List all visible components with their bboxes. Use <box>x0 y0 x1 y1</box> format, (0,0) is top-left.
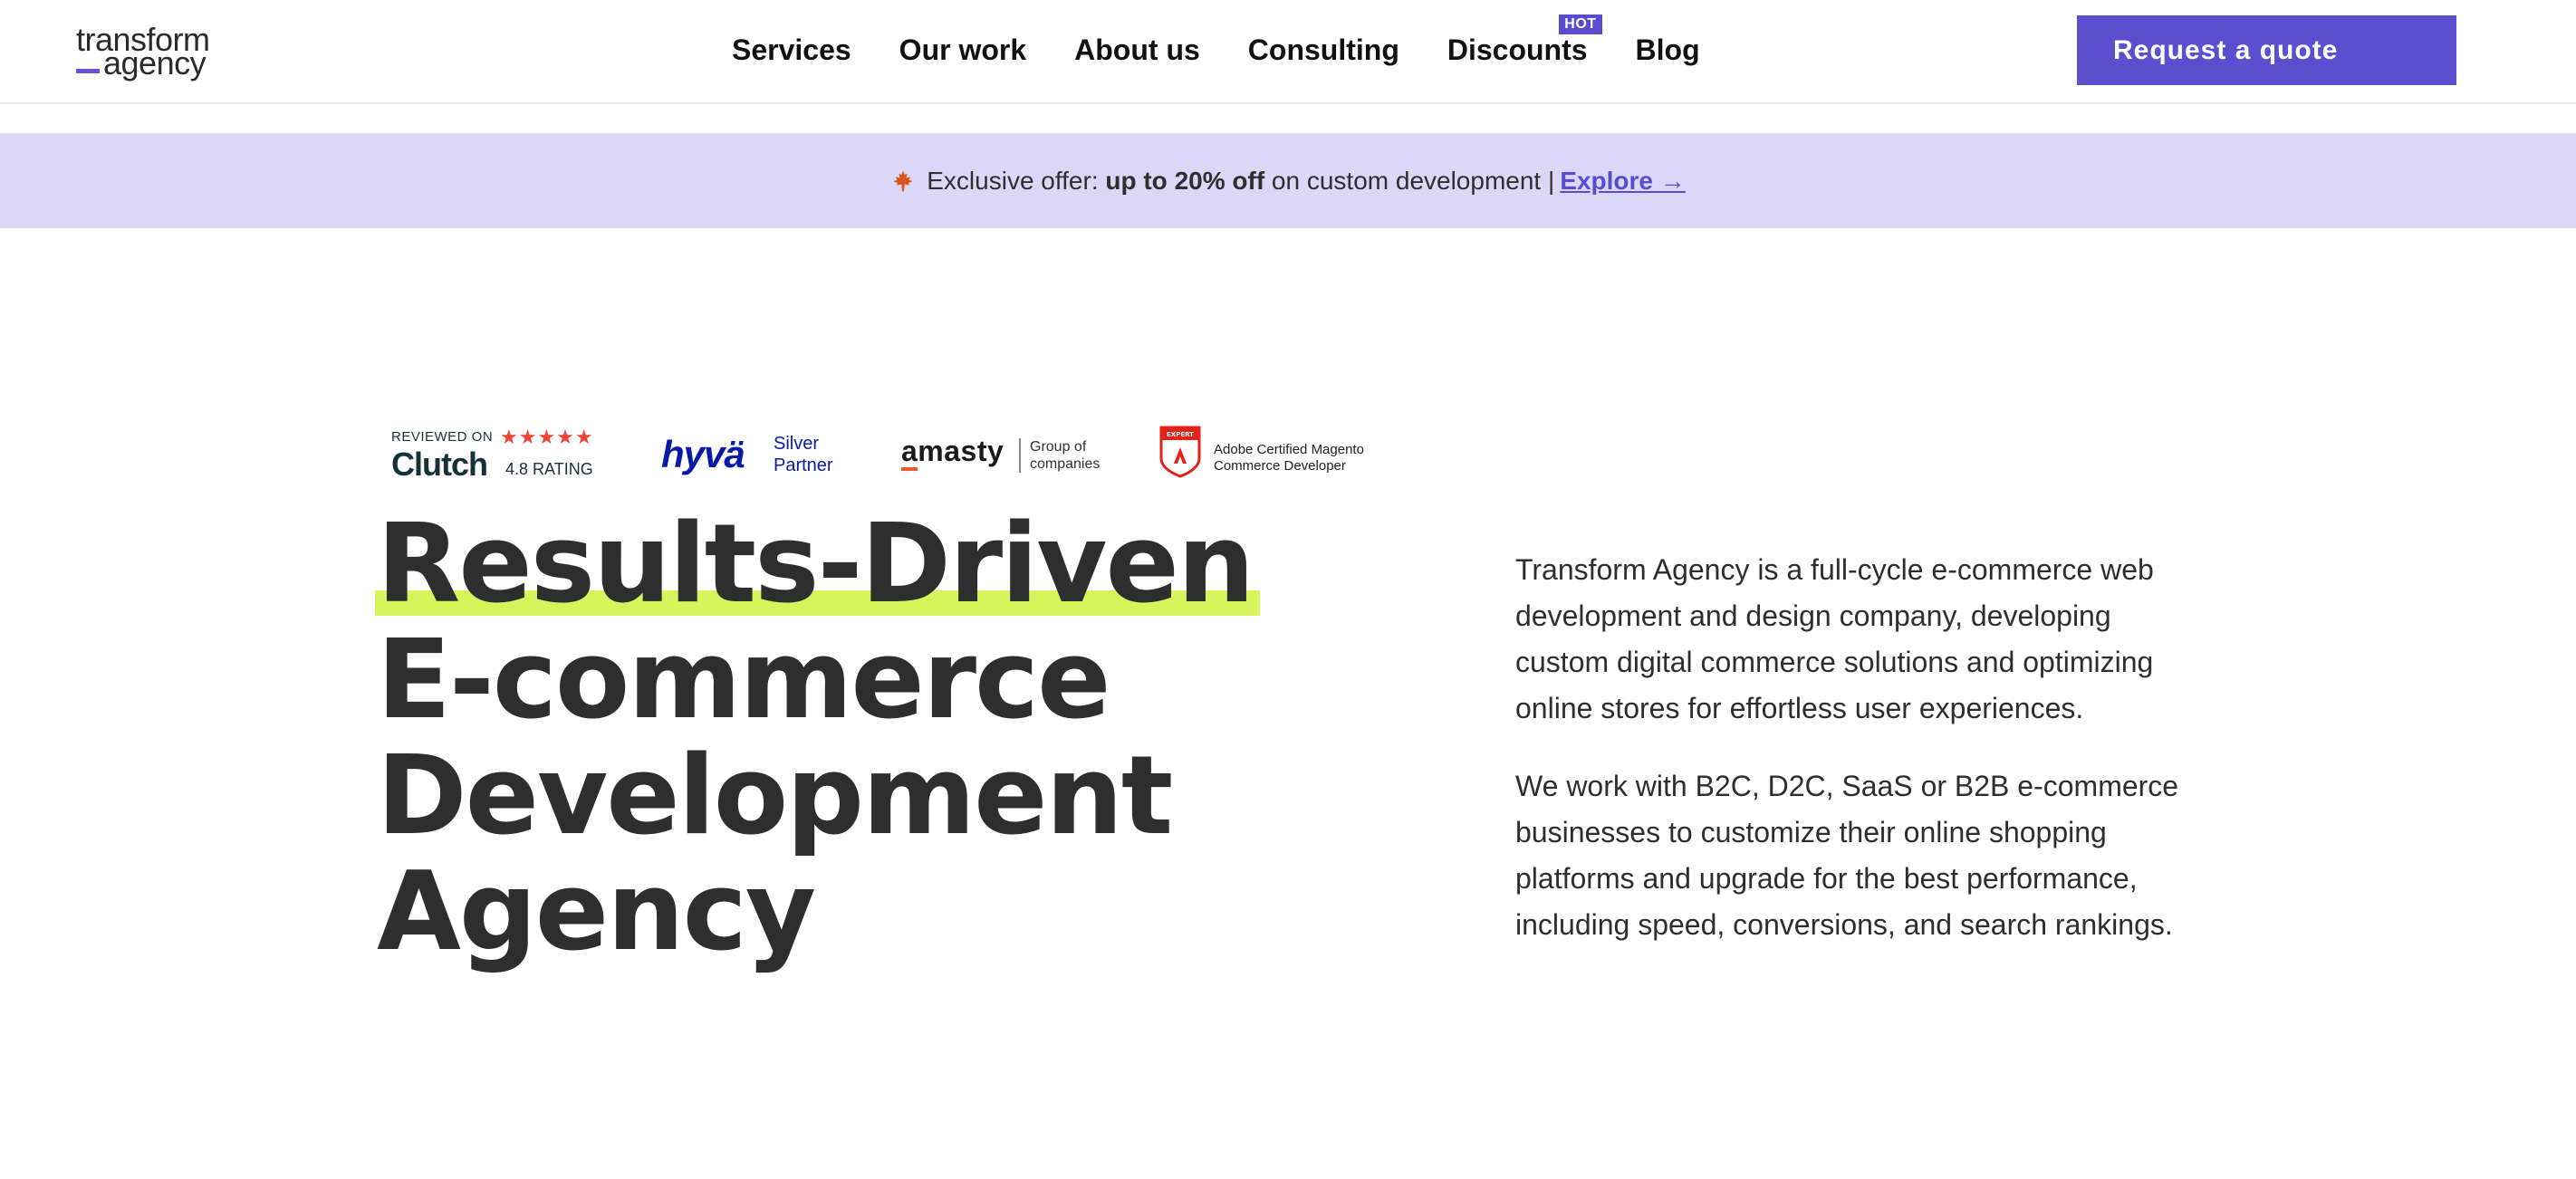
nav-discounts[interactable]: Discounts HOT <box>1447 14 1602 72</box>
hyva-badge[interactable]: hyvä Silver Partner <box>661 426 842 489</box>
main-nav: Services Our work About us Consulting Di… <box>732 14 1700 72</box>
clutch-rating: 4.8 RATING <box>505 460 593 478</box>
amasty-accent <box>901 467 918 471</box>
adobe-expert-label: EXPERT <box>1167 431 1194 438</box>
headline-highlight: Results-Driven <box>374 502 1261 628</box>
headline-line-1: Results-Driven <box>374 507 1261 623</box>
adobe-line1: Adobe Certified Magento <box>1214 442 1364 457</box>
adobe-cert-label: Adobe Certified Magento Commerce Develop… <box>1214 442 1364 474</box>
nav-about-us[interactable]: About us <box>1074 27 1200 72</box>
headline-line-4: Agency <box>377 849 816 975</box>
headline-line-2: E-commerce <box>377 618 1111 743</box>
offer-highlight: up to 20% off <box>1105 166 1265 195</box>
headline-line-3: Development <box>377 733 1173 859</box>
hero-description: Transform Agency is a full-cycle e-comme… <box>1515 547 2204 980</box>
amasty-line2: companies <box>1030 456 1101 472</box>
maple-leaf-icon <box>893 169 913 192</box>
nav-discounts-label: Discounts <box>1447 34 1588 66</box>
nav-services[interactable]: Services <box>732 27 851 72</box>
clutch-logo: Clutch <box>391 446 488 483</box>
clutch-reviewed-label: REVIEWED ON <box>391 429 494 445</box>
site-header: transform agency Services Our work About… <box>0 0 2576 104</box>
amasty-badge[interactable]: amasty Group of companies <box>901 426 1137 489</box>
request-quote-button[interactable]: Request a quote <box>2077 15 2456 85</box>
adobe-line2: Commerce Developer <box>1214 458 1346 474</box>
amasty-group-label: Group of companies <box>1030 438 1100 473</box>
hero-headline: Results-Driven E-commerce Development Ag… <box>374 507 1261 975</box>
adobe-expert-shield-icon: EXPERT <box>1159 426 1201 478</box>
hyva-line2: Partner <box>774 455 833 475</box>
star-rating-icon: ★★★★★ <box>500 426 594 448</box>
description-paragraph-2: We work with B2C, D2C, SaaS or B2B e-com… <box>1515 770 2179 941</box>
hyva-partner-label: Silver Partner <box>774 433 833 476</box>
offer-prefix: Exclusive offer: <box>927 166 1099 195</box>
amasty-divider <box>1019 438 1021 473</box>
nav-our-work[interactable]: Our work <box>899 27 1026 72</box>
logo[interactable]: transform agency <box>76 24 221 81</box>
hyva-line1: Silver <box>774 434 820 454</box>
description-paragraph-1: Transform Agency is a full-cycle e-comme… <box>1515 553 2154 724</box>
nav-consulting[interactable]: Consulting <box>1248 27 1399 72</box>
hot-badge: HOT <box>1559 14 1602 34</box>
logo-text-line2: agency <box>103 44 207 81</box>
amasty-logo: amasty <box>901 435 1004 467</box>
offer-suffix: on custom development | <box>1271 166 1555 195</box>
promo-banner: Exclusive offer: up to 20% off on custom… <box>0 133 2576 228</box>
logo-accent <box>76 69 100 73</box>
explore-link[interactable]: Explore → <box>1560 167 1685 196</box>
nav-blog[interactable]: Blog <box>1636 27 1700 72</box>
hyva-logo: hyvä <box>661 433 745 475</box>
amasty-line1: Group of <box>1030 439 1087 455</box>
clutch-badge[interactable]: REVIEWED ON Clutch ★★★★★ 4.8 RATING <box>391 426 600 489</box>
adobe-badge[interactable]: EXPERT Adobe Certified Magento Commerce … <box>1159 426 1395 489</box>
